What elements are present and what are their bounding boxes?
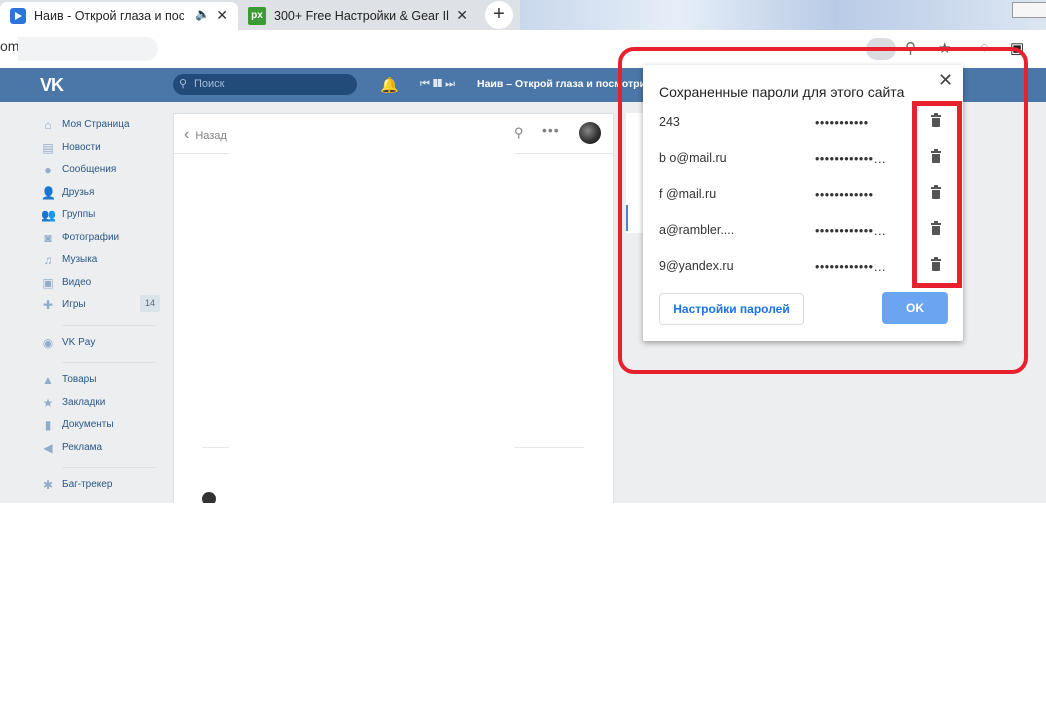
sidebar-item-friends[interactable]: 👤 Друзья: [40, 184, 165, 207]
redacted-area: [229, 114, 514, 503]
tab-close-icon[interactable]: ✕: [456, 7, 468, 24]
sidebar-item-label: Реклама: [62, 441, 103, 453]
sidebar-item-label: Фотографии: [62, 231, 120, 243]
vk-logo-icon[interactable]: VK: [40, 75, 64, 96]
audio-playing-icon[interactable]: 🔈: [195, 7, 210, 21]
sidebar-item-label: Видео: [62, 276, 92, 288]
tab-naiv[interactable]: Наив - Открой глаза и посм 🔈 ✕: [0, 2, 238, 30]
omnibox[interactable]: [18, 37, 158, 61]
more-icon[interactable]: •••: [542, 122, 560, 138]
vkpay-icon: ◉: [42, 335, 54, 350]
sidebar-item-my-page[interactable]: ⌂ Моя Страница: [40, 116, 165, 139]
sidebar-divider: [62, 467, 156, 468]
sidebar-item-label: Документы: [62, 419, 114, 430]
sidebar-divider: [62, 362, 156, 363]
sidebar-item-photos[interactable]: ◙ Фотографии: [40, 229, 165, 252]
sidebar-item-bookmarks[interactable]: ★ Закладки: [40, 394, 165, 417]
sidebar-item-label: Группы: [62, 209, 96, 220]
screenshot-area: Наив - Открой глаза и посм 🔈 ✕ px 300+ F…: [0, 0, 1046, 503]
avatar[interactable]: [202, 492, 216, 503]
new-tab-button[interactable]: +: [485, 1, 513, 29]
bug-icon: ✱: [42, 478, 54, 492]
news-icon: ▤: [42, 140, 54, 155]
annotation-outline: [618, 47, 1028, 374]
annotation-trash-highlight: [912, 101, 962, 288]
sidebar-item-label: Моя Страница: [62, 119, 130, 130]
main-content: ‹ Назад ⚲ •••: [173, 113, 614, 503]
chevron-left-icon: ‹: [184, 126, 190, 143]
documents-icon: ▮: [44, 418, 52, 432]
search-icon: ⚲: [179, 78, 188, 90]
vk-search-input[interactable]: ⚲ Поиск: [173, 74, 357, 95]
sidebar-item-ads[interactable]: ◀ Реклама: [40, 439, 165, 462]
sidebar-item-label: Новости: [62, 141, 101, 153]
sidebar-item-label: Закладки: [62, 396, 106, 408]
tab-close-icon[interactable]: ✕: [216, 7, 228, 24]
window-controls[interactable]: [1012, 2, 1046, 18]
games-icon: ✚: [42, 298, 54, 312]
video-favicon-icon: [10, 8, 26, 24]
music-icon: ♫: [43, 253, 53, 267]
sidebar-item-vk-pay[interactable]: ◉ VK Pay: [40, 334, 165, 357]
sidebar-item-documents[interactable]: ▮ Документы: [40, 416, 165, 439]
games-count-badge: 14: [140, 295, 160, 312]
player-controls[interactable]: ⏮ ❚❚ ⏭: [420, 78, 455, 90]
search-icon[interactable]: ⚲: [514, 125, 524, 141]
sidebar-item-label: Товары: [62, 374, 97, 385]
sidebar-item-goods[interactable]: ▲ Товары: [40, 371, 165, 394]
sidebar-item-music[interactable]: ♫ Музыка: [40, 251, 165, 274]
search-placeholder: Поиск: [194, 78, 225, 90]
window-background: [520, 0, 1046, 30]
sidebar-item-messages[interactable]: ● Сообщения: [40, 161, 165, 184]
sidebar-item-label: Игры: [62, 299, 86, 310]
sidebar-item-games[interactable]: ✚ Игры 14: [40, 295, 165, 319]
sidebar-item-label: Сообщения: [62, 164, 117, 175]
sidebar-item-label: Баг-трекер: [62, 479, 113, 490]
sidebar-item-label: Музыка: [62, 254, 98, 265]
sidebar-item-groups[interactable]: 👥 Группы: [40, 206, 165, 229]
tab-title: 300+ Free Настройки & Gear Illu: [274, 9, 449, 23]
avatar[interactable]: [579, 122, 601, 144]
sidebar-item-news[interactable]: ▤ Новости: [40, 139, 165, 162]
notifications-bell-icon[interactable]: 🔔: [380, 76, 399, 94]
back-label: Назад: [195, 130, 227, 142]
goods-icon: ▲: [42, 373, 54, 387]
sidebar-divider: [62, 324, 156, 326]
messages-icon: ●: [44, 163, 52, 177]
bookmarks-icon: ★: [42, 395, 54, 410]
groups-icon: 👥: [41, 208, 56, 222]
sidebar-item-video[interactable]: ▣ Видео: [40, 274, 165, 297]
ads-icon: ◀: [43, 440, 53, 455]
tab-title: Наив - Открой глаза и посм: [34, 9, 184, 23]
tab-px[interactable]: px 300+ Free Настройки & Gear Illu ✕: [240, 2, 478, 30]
audio-player: ⏮ ❚❚ ⏭ Наив – Открой глаза и посмотри: [420, 78, 646, 91]
back-button[interactable]: ‹ Назад: [184, 126, 227, 144]
px-favicon-icon: px: [248, 7, 266, 25]
vk-sidebar: ⌂ Моя Страница ▤ Новости ● Сообщения 👤 Друзь…: [40, 116, 165, 499]
tab-strip: Наив - Открой глаза и посм 🔈 ✕ px 300+ F…: [0, 0, 1046, 30]
video-icon: ▣: [42, 275, 54, 290]
sidebar-item-label: Друзья: [62, 186, 95, 198]
photos-icon: ◙: [44, 230, 52, 245]
sidebar-item-label: VK Pay: [62, 336, 96, 348]
friends-icon: 👤: [41, 185, 56, 200]
home-icon: ⌂: [44, 118, 52, 132]
sidebar-item-bugtracker[interactable]: ✱ Баг-трекер: [40, 476, 165, 499]
